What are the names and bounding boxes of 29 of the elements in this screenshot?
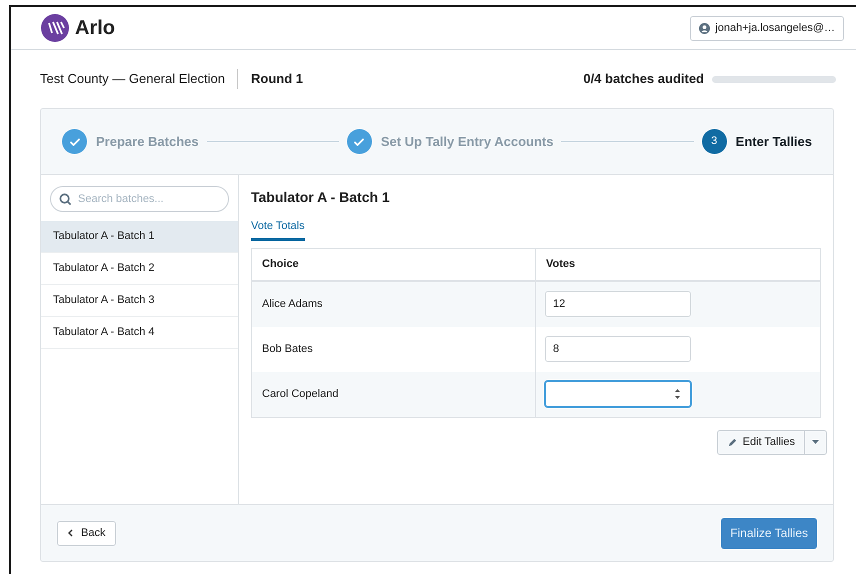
step-label: Prepare Batches	[96, 132, 199, 151]
check-icon	[353, 136, 366, 148]
chevron-left-icon	[68, 529, 73, 537]
round-label: Round 1	[250, 70, 303, 88]
pencil-icon	[726, 436, 738, 448]
votes-field[interactable]	[545, 381, 691, 407]
batch-title: Tabulator A - Batch 1	[251, 188, 391, 207]
column-header: Votes	[545, 256, 576, 272]
votes-field[interactable]: 12	[545, 291, 691, 317]
back-button[interactable]: Back	[57, 520, 116, 546]
batch-list-item[interactable]: Tabulator A - Batch 1	[41, 221, 238, 253]
user-icon	[699, 22, 710, 34]
user-menu-button[interactable]: jonah+ja.losangeles@…	[690, 16, 844, 40]
logo-text: Arlo	[75, 16, 115, 41]
check-icon	[68, 136, 80, 148]
election-name: Test County — General Election	[40, 69, 238, 89]
tab[interactable]: Vote Totals	[251, 218, 305, 240]
votes-field[interactable]: 8	[545, 336, 691, 362]
column-header: Choice	[252, 248, 536, 280]
search-icon	[59, 193, 72, 206]
spinner-icon[interactable]	[674, 387, 681, 401]
logo-icon	[41, 14, 69, 42]
table-cell: Carol Copeland	[252, 372, 536, 416]
caret-icon	[812, 440, 819, 444]
progress-label: 0/4 batches audited	[583, 70, 704, 88]
step-label: Enter Tallies	[736, 132, 812, 151]
step-number: 3	[711, 134, 718, 150]
search-field[interactable]: Search batches...	[50, 186, 229, 212]
step-label: Set Up Tally Entry Accounts	[380, 132, 554, 151]
